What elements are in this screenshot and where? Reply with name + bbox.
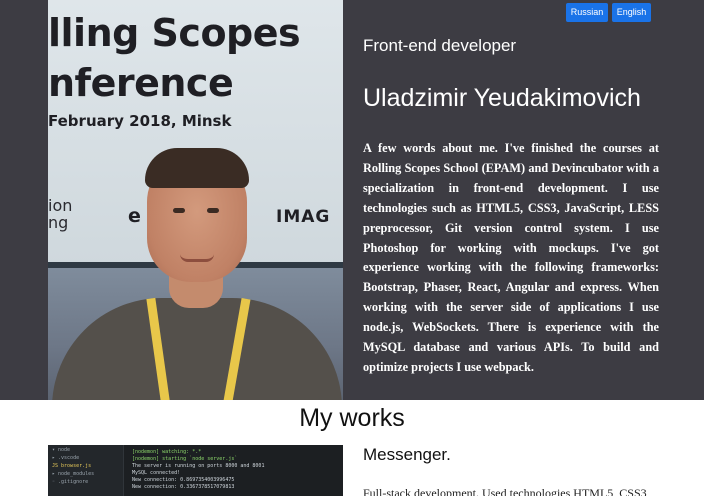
terminal-line: The server is running on ports 8000 and … — [132, 463, 265, 469]
project-title: Messenger. — [363, 445, 451, 464]
profile-photo: lling Scopes nference February 2018, Min… — [48, 0, 343, 400]
sidebar-line: ▾ node — [52, 447, 71, 453]
language-russian-button[interactable]: Russian — [566, 3, 608, 22]
works-section-title: My works — [299, 404, 405, 432]
terminal-line: New connection: 0.3367378517079813 — [132, 484, 235, 490]
terminal-line: [nodemon] starting `node server.js` — [132, 456, 238, 462]
language-english-button[interactable]: English — [612, 3, 651, 22]
person-smile — [180, 254, 214, 262]
sidebar-line: JS browser.js — [52, 463, 92, 469]
sidebar-line: ▸ node_modules — [52, 471, 95, 477]
person-eye-right — [207, 208, 219, 213]
person-hair — [145, 148, 249, 188]
banner-text-line-1: lling Scopes — [48, 11, 301, 55]
person-figure — [52, 148, 342, 400]
job-title: Front-end developer — [363, 36, 517, 55]
header: lling Scopes nference February 2018, Min… — [0, 0, 704, 400]
terminal-line: MySQL connected! — [132, 470, 181, 476]
banner-text-date: February 2018, Minsk — [48, 112, 232, 130]
person-eye-left — [173, 208, 185, 213]
terminal-line: [nodemon] watching: *.* — [132, 449, 202, 455]
about-text: A few words about me. I've finished the … — [363, 141, 659, 374]
banner-text-line-2: nference — [48, 61, 234, 105]
person-name: Uladzimir Yeudakimovich — [363, 84, 641, 112]
editor-sidebar: ▾ node ▸ .vscode JS browser.js ▸ node_mo… — [48, 445, 124, 496]
terminal-line: New connection: 0.8697354003996475 — [132, 477, 235, 483]
project-screenshot[interactable]: ▾ node ▸ .vscode JS browser.js ▸ node_mo… — [48, 445, 343, 496]
sidebar-line: ◦ .gitignore — [52, 479, 89, 485]
project-description: Full-stack development. Used technologie… — [363, 486, 650, 496]
sidebar-line: ▸ .vscode — [52, 455, 80, 461]
person-shirt — [52, 298, 342, 400]
